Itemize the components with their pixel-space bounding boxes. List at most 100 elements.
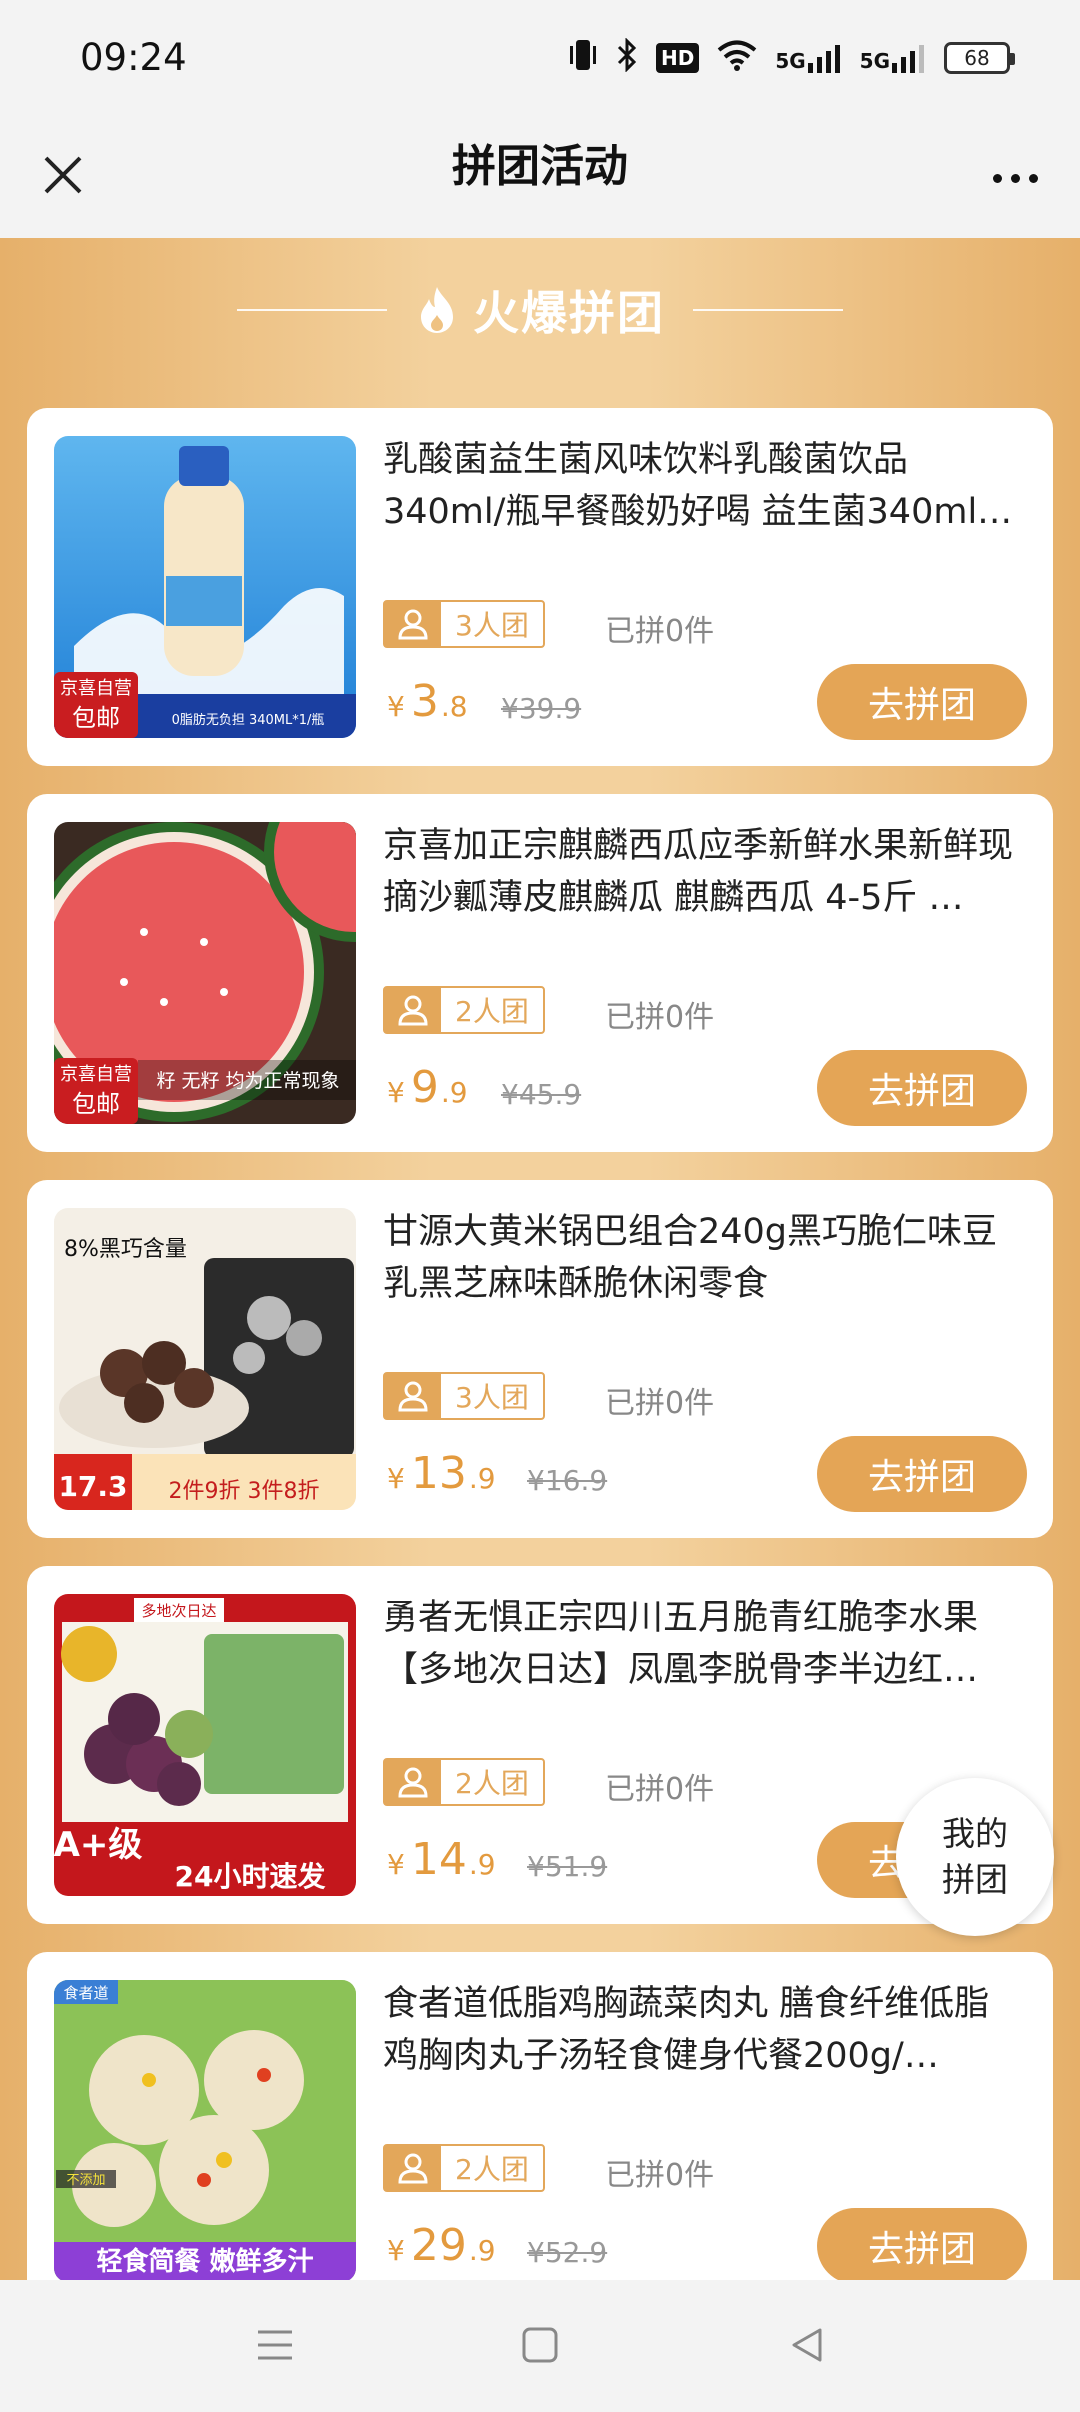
thumb-tag: 京喜自营 <box>60 678 132 699</box>
group-size-label: 2人团 <box>455 1767 529 1800</box>
thumb-tag: A+级 <box>54 1825 142 1865</box>
original-price: ¥51.9 <box>527 1850 608 1883</box>
group-size-label: 2人团 <box>455 995 529 1028</box>
thumb-text: 轻食简餐 嫩鲜多汁 <box>96 2246 313 2277</box>
section-header: 火爆拼团 <box>0 270 1080 350</box>
status-time: 09:24 <box>80 36 187 79</box>
more-options-button[interactable] <box>980 148 1050 208</box>
price-symbol: ¥ <box>387 690 405 723</box>
price-integer: 14 <box>410 1834 467 1885</box>
my-group-label-line1: 我的 <box>942 1814 1008 1853</box>
product-image[interactable]: 多地次日达 A+级 24小时速发 <box>54 1594 356 1896</box>
product-image[interactable]: 食者道 不添加 轻食简餐 嫩鲜多汁 <box>54 1980 356 2280</box>
product-title[interactable]: 京喜加正宗麒麟西瓜应季新鲜水果新鲜现摘沙瓤薄皮麒麟瓜 麒麟西瓜 4-5斤 … <box>383 820 1023 924</box>
wifi-icon <box>717 39 757 77</box>
price-integer: 29 <box>410 2220 467 2271</box>
thumb-tag: 食者道 <box>63 1984 108 2002</box>
battery-icon: 68 <box>944 42 1015 74</box>
thumb-tag: 8%黑巧含量 <box>64 1237 187 1262</box>
price-symbol: ¥ <box>387 1462 405 1495</box>
join-group-button[interactable]: 去拼团 <box>817 664 1027 740</box>
group-price: ¥ 9 .9 <box>387 1062 468 1113</box>
status-icons: HD 5G 5G 68 <box>568 37 1015 78</box>
price-symbol: ¥ <box>387 1848 405 1881</box>
group-price: ¥ 14 .9 <box>387 1834 496 1885</box>
group-price: ¥ 29 .9 <box>387 2220 496 2271</box>
joined-count: 已拼0件 <box>605 1000 715 1035</box>
product-image[interactable]: 京喜自营 包邮 0脂肪无负担 340ML*1/瓶 <box>54 436 356 738</box>
group-size-badge: 2人团 <box>383 986 545 1034</box>
group-price: ¥ 3 .8 <box>387 676 468 727</box>
divider <box>237 309 387 311</box>
home-square-icon <box>522 2327 558 2363</box>
back-button[interactable] <box>782 2320 832 2370</box>
signal-5g-label: 5G <box>775 49 806 73</box>
main-content: 火爆拼团 京喜自营 包邮 0脂肪无负担 340ML*1/瓶 乳酸菌益生菌风味饮料… <box>0 238 1080 2280</box>
title-bar: 拼团活动 <box>0 120 1080 238</box>
product-card[interactable]: 京喜自营 包邮 0脂肪无负担 340ML*1/瓶 乳酸菌益生菌风味饮料乳酸菌饮品… <box>27 408 1053 766</box>
price-symbol: ¥ <box>387 1076 405 1109</box>
product-card[interactable]: 食者道 不添加 轻食简餐 嫩鲜多汁 食者道低脂鸡胸蔬菜肉丸 膳食纤维低脂鸡胸肉丸… <box>27 1952 1053 2280</box>
product-card[interactable]: 8%黑巧含量 17.3 2件9折 3件8折 甘源大黄米锅巴组合240g黑巧脆仁味… <box>27 1180 1053 1538</box>
group-price: ¥ 13 .9 <box>387 1448 496 1499</box>
original-price: ¥45.9 <box>501 1078 582 1111</box>
bluetooth-icon <box>616 37 638 78</box>
user-icon <box>398 995 428 1026</box>
join-group-button[interactable]: 去拼团 <box>817 2208 1027 2280</box>
section-title: 火爆拼团 <box>473 286 665 340</box>
price-integer: 13 <box>410 1448 467 1499</box>
menu-icon <box>258 2330 292 2360</box>
price-integer: 3 <box>410 676 439 727</box>
signal-5g-label: 5G <box>859 49 890 73</box>
user-icon <box>398 1767 428 1798</box>
product-card[interactable]: 京喜自营 包邮 籽 无籽 均为正常现象 京喜加正宗麒麟西瓜应季新鲜水果新鲜现摘沙… <box>27 794 1053 1152</box>
thumb-text: 2件9折 3件8折 <box>169 1479 320 1504</box>
more-dot-icon <box>992 173 1002 183</box>
flame-icon <box>421 287 453 333</box>
page-title: 拼团活动 <box>452 141 628 192</box>
product-image[interactable]: 8%黑巧含量 17.3 2件9折 3件8折 <box>54 1208 356 1510</box>
price-decimal: .9 <box>440 1076 468 1109</box>
my-group-float-button[interactable]: 我的 拼团 <box>896 1778 1054 1936</box>
price-decimal: .9 <box>468 1848 496 1881</box>
my-group-label-line2: 拼团 <box>942 1860 1008 1899</box>
joined-count: 已拼0件 <box>605 2158 715 2193</box>
recent-apps-button[interactable] <box>250 2320 300 2370</box>
joined-count: 已拼0件 <box>605 614 715 649</box>
price-decimal: .9 <box>468 1462 496 1495</box>
status-bar: 09:24 HD 5G 5G 68 <box>0 0 1080 120</box>
signal-5g-icon: 5G <box>775 43 841 73</box>
product-title[interactable]: 乳酸菌益生菌风味饮料乳酸菌饮品340ml/瓶早餐酸奶好喝 益生菌340ml*1瓶 <box>383 434 1023 538</box>
thumb-tag: 包邮 <box>72 704 120 732</box>
more-dot-icon <box>1010 173 1020 183</box>
group-size-label: 3人团 <box>455 1381 529 1414</box>
thumb-tag: 京喜自营 <box>60 1064 132 1085</box>
product-title[interactable]: 食者道低脂鸡胸蔬菜肉丸 膳食纤维低脂鸡胸肉丸子汤轻食健身代餐200g/… <box>383 1978 1023 2082</box>
divider <box>693 309 843 311</box>
thumb-tag: 不添加 <box>66 2173 105 2188</box>
original-price: ¥39.9 <box>501 692 582 725</box>
join-group-button[interactable]: 去拼团 <box>817 1050 1027 1126</box>
product-image[interactable]: 京喜自营 包邮 籽 无籽 均为正常现象 <box>54 822 356 1124</box>
joined-count: 已拼0件 <box>605 1386 715 1421</box>
back-triangle-icon <box>792 2328 822 2362</box>
group-size-label: 3人团 <box>455 609 529 642</box>
thumb-text: 24小时速发 <box>175 1860 326 1893</box>
joined-count: 已拼0件 <box>605 1772 715 1807</box>
thumb-tag: 包邮 <box>72 1090 120 1118</box>
join-group-button[interactable]: 去拼团 <box>817 1436 1027 1512</box>
product-title[interactable]: 勇者无惧正宗四川五月脆青红脆李水果【多地次日达】凤凰李脱骨李半边红… <box>383 1592 1023 1696</box>
thumb-tag: 17.3 <box>58 1470 127 1503</box>
price-decimal: .8 <box>440 690 468 723</box>
group-size-badge: 2人团 <box>383 2144 545 2192</box>
signal-5g-icon: 5G <box>860 43 926 73</box>
thumb-tag: 多地次日达 <box>141 1602 216 1620</box>
group-size-badge: 2人团 <box>383 1758 545 1806</box>
system-nav-bar <box>0 2280 1080 2412</box>
user-icon <box>398 2153 428 2184</box>
home-button[interactable] <box>515 2320 565 2370</box>
hd-icon: HD <box>655 43 700 73</box>
more-dot-icon <box>1028 173 1038 183</box>
vibrate-icon <box>568 38 598 78</box>
product-title[interactable]: 甘源大黄米锅巴组合240g黑巧脆仁味豆乳黑芝麻味酥脆休闲零食 <box>383 1206 1023 1310</box>
